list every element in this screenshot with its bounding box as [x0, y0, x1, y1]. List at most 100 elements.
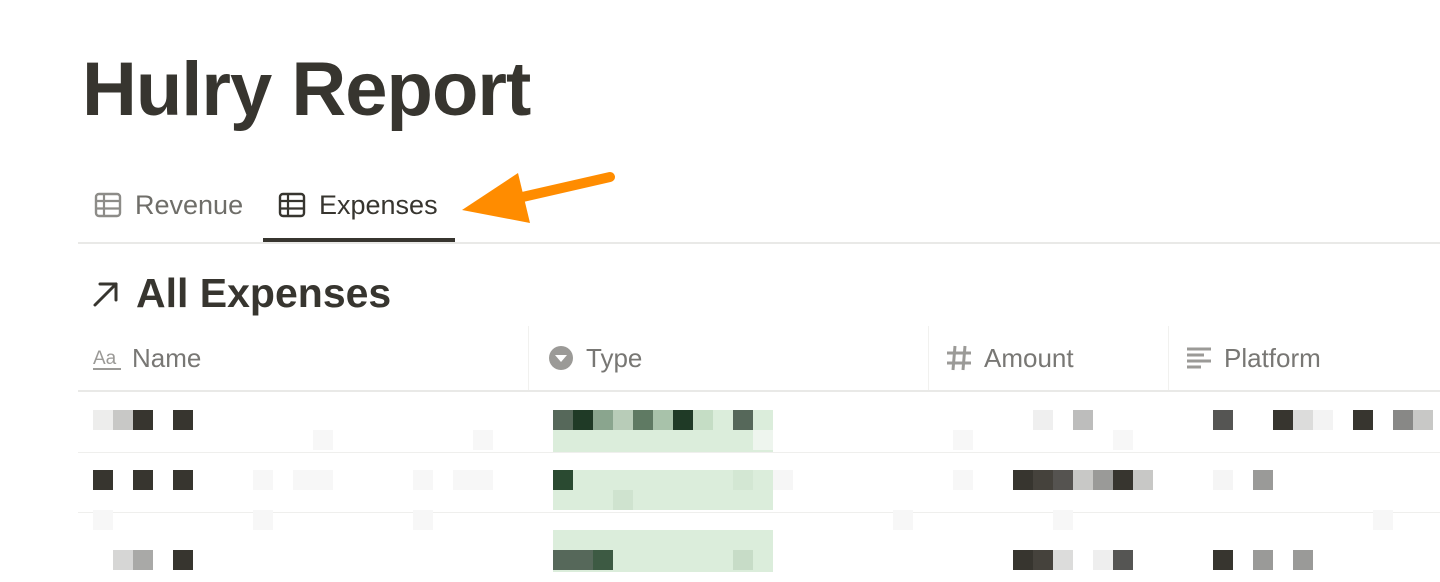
redaction-pixel: [1053, 470, 1073, 490]
table-icon: [278, 192, 306, 218]
column-divider[interactable]: [1168, 326, 1169, 390]
redaction-pixel: [133, 550, 153, 570]
amount-cell-redacted[interactable]: [928, 452, 1168, 530]
redaction-pixel: [473, 470, 493, 490]
select-property-icon: [549, 346, 573, 370]
redaction-pixel: [1033, 470, 1053, 490]
redaction-pixel: [1033, 410, 1053, 430]
redaction-pixel: [1213, 410, 1233, 430]
redaction-pixel: [1273, 410, 1293, 430]
redaction-pixel: [1093, 470, 1113, 490]
redaction-pixel: [1093, 550, 1113, 570]
svg-text:Aa: Aa: [93, 348, 117, 369]
redaction-pixel: [633, 410, 653, 430]
redaction-pixel: [1313, 410, 1333, 430]
redaction-pixel: [593, 550, 613, 570]
name-cell-redacted[interactable]: [78, 452, 528, 530]
redaction-pixel: [1353, 410, 1373, 430]
redaction-pixel: [1073, 410, 1093, 430]
redaction-pixel: [473, 430, 493, 450]
tab-label: Revenue: [135, 189, 244, 220]
redaction-pixel: [293, 470, 313, 490]
redaction-pixel: [1293, 550, 1313, 570]
redaction-pixel: [653, 410, 673, 430]
column-label: Platform: [1224, 342, 1321, 373]
type-cell-redacted[interactable]: [528, 392, 928, 452]
type-cell-redacted[interactable]: [528, 452, 928, 530]
section-title: All Expenses: [136, 270, 392, 316]
redaction-pixel: [1013, 470, 1033, 490]
table-icon: [94, 192, 122, 218]
column-label: Amount: [984, 342, 1074, 373]
redaction-pixel: [1133, 470, 1153, 490]
redaction-pixel: [553, 550, 573, 570]
redaction-pixel: [453, 470, 473, 490]
redaction-pixel: [313, 430, 333, 450]
redaction-pixel: [753, 430, 773, 450]
redaction-pixel: [1113, 550, 1133, 570]
redaction-pixel: [773, 470, 793, 490]
redaction-pixel: [133, 410, 153, 430]
type-cell-redacted[interactable]: [528, 512, 928, 572]
redaction-pixel: [113, 410, 133, 430]
table-row[interactable]: [78, 512, 1440, 572]
notion-page: Hulry Report Revenue Expenses All Expens…: [0, 0, 1440, 582]
redaction-pixel: [733, 470, 753, 490]
redaction-pixel: [93, 470, 113, 490]
redaction-pixel: [1013, 550, 1033, 570]
table-row[interactable]: [78, 452, 1440, 530]
redaction-pixel: [613, 490, 633, 510]
redaction-pixel: [1213, 550, 1233, 570]
redaction-pixel: [1393, 410, 1413, 430]
redaction-pixel: [1053, 550, 1073, 570]
column-header-amount[interactable]: Amount: [944, 326, 1074, 390]
column-divider[interactable]: [928, 326, 929, 390]
column-divider[interactable]: [528, 326, 529, 390]
tab-label: Expenses: [319, 189, 438, 220]
redaction-pixel: [1213, 470, 1233, 490]
redaction-pixel: [553, 410, 573, 430]
amount-cell-redacted[interactable]: [928, 512, 1168, 572]
amount-cell-redacted[interactable]: [928, 392, 1168, 452]
number-property-icon: [947, 345, 971, 371]
platform-cell-redacted[interactable]: [1168, 452, 1440, 530]
redaction-pixel: [693, 410, 713, 430]
page-title[interactable]: Hulry Report: [82, 52, 531, 128]
platform-cell-redacted[interactable]: [1168, 512, 1440, 572]
redaction-pixel: [733, 410, 753, 430]
table-row[interactable]: [78, 392, 1440, 453]
tab-revenue[interactable]: Revenue: [94, 170, 243, 240]
redaction-pixel: [253, 470, 273, 490]
tab-expenses[interactable]: Expenses: [263, 170, 455, 242]
redaction-pixel: [1253, 550, 1273, 570]
text-property-icon: Aa: [93, 348, 121, 370]
name-cell-redacted[interactable]: [78, 512, 528, 572]
arrow-up-right-icon: [93, 282, 118, 306]
column-header-platform[interactable]: Platform: [1184, 326, 1321, 390]
name-cell-redacted[interactable]: [78, 392, 528, 452]
column-header-type[interactable]: Type: [546, 326, 642, 390]
redaction-pixel: [1113, 470, 1133, 490]
redaction-pixel: [133, 470, 153, 490]
orange-arrow-icon: [462, 172, 615, 223]
redaction-pixel: [593, 410, 613, 430]
column-label: Type: [586, 342, 643, 373]
redaction-pixel: [1113, 430, 1133, 450]
redaction-pixel: [573, 410, 593, 430]
platform-cell-redacted[interactable]: [1168, 392, 1440, 452]
redaction-pixel: [413, 470, 433, 490]
view-tabs: Revenue Expenses: [78, 170, 1440, 244]
table-header: Aa Name Type Amount Platform: [78, 326, 1440, 392]
section-heading[interactable]: All Expenses: [90, 270, 391, 317]
column-label: Name: [132, 342, 202, 373]
redaction-pixel: [733, 550, 753, 570]
redaction-pixel: [953, 470, 973, 490]
redaction-pixel: [613, 410, 633, 430]
redaction-pixel: [1253, 470, 1273, 490]
column-header-name[interactable]: Aa Name: [92, 326, 201, 390]
redaction-pixel: [173, 550, 193, 570]
redaction-pixel: [1033, 550, 1053, 570]
redaction-pixel: [673, 410, 693, 430]
redaction-pixel: [953, 430, 973, 450]
redaction-pixel: [573, 550, 593, 570]
